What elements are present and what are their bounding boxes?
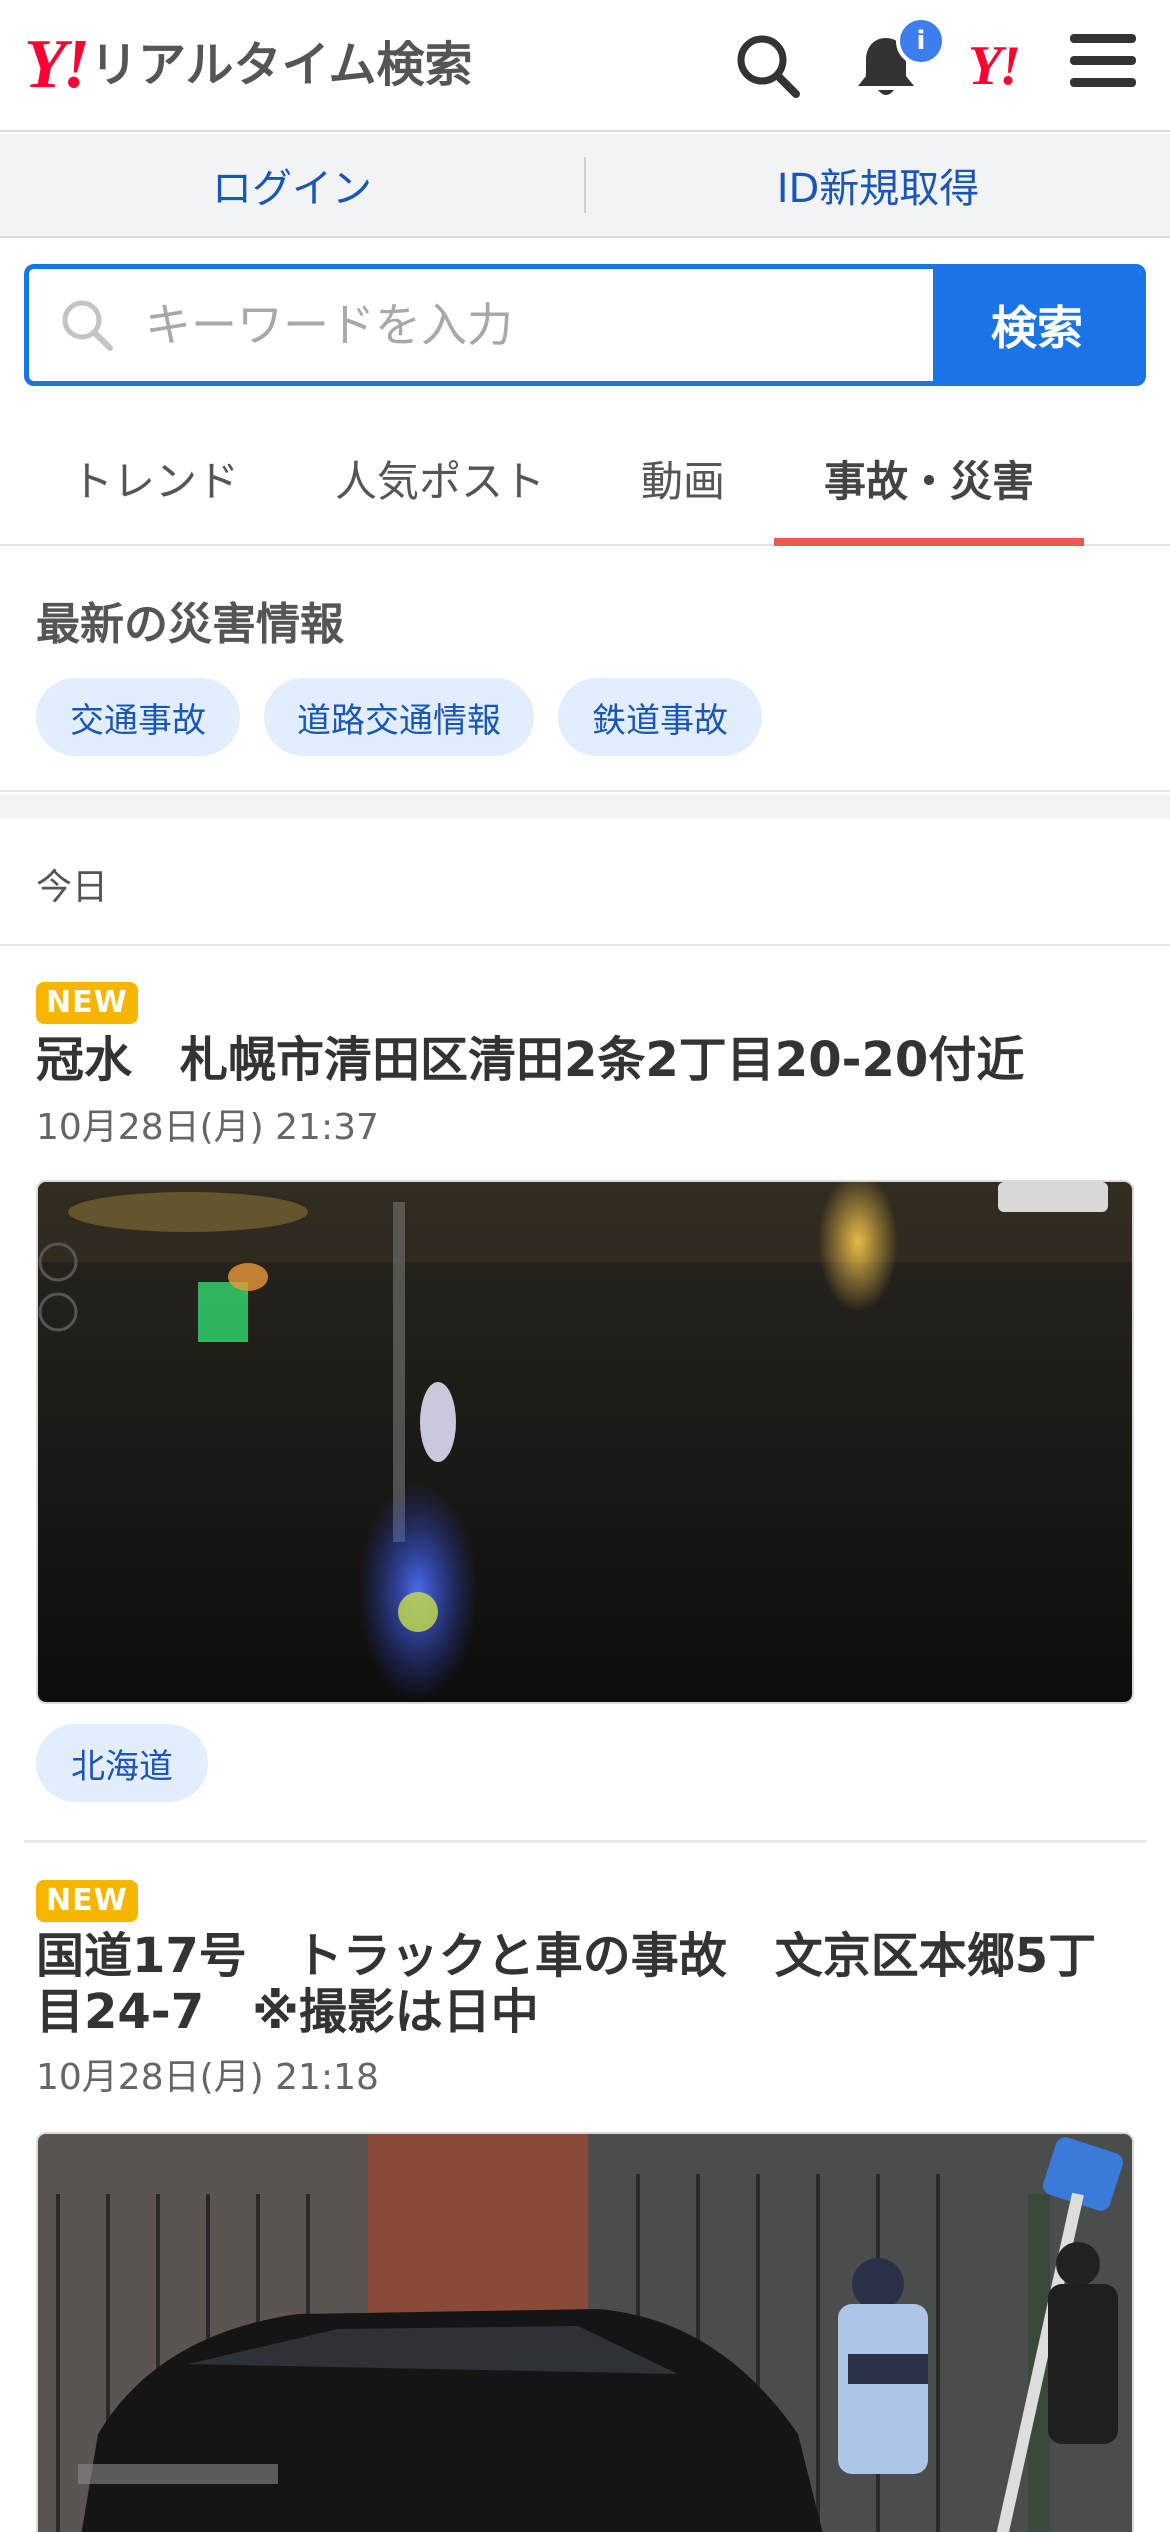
post-image-flooded-street[interactable] xyxy=(36,1180,1134,1704)
register-link[interactable]: ID新規取得 xyxy=(586,156,1170,214)
new-badge: NEW xyxy=(36,982,138,1024)
app-header: Y! リアルタイム検索 i Y! xyxy=(0,0,1170,132)
chip-road-traffic-info[interactable]: 道路交通情報 xyxy=(264,678,534,756)
tab-video[interactable]: 動画 xyxy=(618,410,748,546)
post-title[interactable]: 国道17号 トラックと車の事故 文京区本郷5丁目24-7 ※撮影は日中 xyxy=(36,1928,1136,2040)
post-item[interactable]: NEW 国道17号 トラックと車の事故 文京区本郷5丁目24-7 ※撮影は日中 … xyxy=(0,1846,1170,2532)
logo-text: リアルタイム検索 xyxy=(90,37,473,93)
search-input[interactable] xyxy=(145,298,885,352)
region-tag[interactable]: 北海道 xyxy=(36,1724,208,1802)
yahoo-mark-icon[interactable]: Y! xyxy=(968,34,1021,98)
search-form: 検索 xyxy=(24,264,1146,386)
search-icon[interactable] xyxy=(734,32,802,100)
notification-badge[interactable]: i xyxy=(896,16,946,66)
tab-popular-posts[interactable]: 人気ポスト xyxy=(320,410,560,546)
login-link[interactable]: ログイン xyxy=(0,156,584,214)
disaster-info-section: 最新の災害情報 交通事故 道路交通情報 鉄道事故 xyxy=(0,548,1170,792)
tab-trend[interactable]: トレンド xyxy=(40,410,270,546)
account-bar: ログイン ID新規取得 xyxy=(0,134,1170,238)
post-divider xyxy=(24,1840,1146,1843)
chip-traffic-accident[interactable]: 交通事故 xyxy=(36,678,240,756)
post-image-accident-scene[interactable] xyxy=(36,2132,1134,2532)
search-button[interactable]: 検索 xyxy=(933,269,1141,381)
post-date: 10月28日(月) 21:37 xyxy=(36,1107,379,1148)
section-gap xyxy=(0,794,1170,818)
tab-bar: トレンド 人気ポスト 動画 事故・災害 xyxy=(0,410,1170,546)
search-field-wrap xyxy=(29,269,933,381)
date-section-label: 今日 xyxy=(36,867,109,908)
post-item[interactable]: NEW 冠水 札幌市清田区清田2条2丁目20-20付近 10月28日(月) 21… xyxy=(0,948,1170,1838)
new-badge: NEW xyxy=(36,1880,138,1922)
logo[interactable]: Y! リアルタイム検索 xyxy=(24,30,473,100)
tab-accident-disaster[interactable]: 事故・災害 xyxy=(774,410,1084,546)
section-title: 最新の災害情報 xyxy=(36,599,344,650)
logo-mark: Y! xyxy=(24,26,90,103)
date-section-header: 今日 xyxy=(0,818,1170,946)
post-title[interactable]: 冠水 札幌市清田区清田2条2丁目20-20付近 xyxy=(36,1032,1136,1088)
flood-photo-illustration xyxy=(38,1182,1132,1702)
search-input-icon xyxy=(62,300,113,351)
chip-railway-accident[interactable]: 鉄道事故 xyxy=(558,678,762,756)
accident-photo-illustration xyxy=(38,2134,1132,2532)
menu-icon[interactable] xyxy=(1070,34,1136,94)
post-date: 10月28日(月) 21:18 xyxy=(36,2057,379,2098)
